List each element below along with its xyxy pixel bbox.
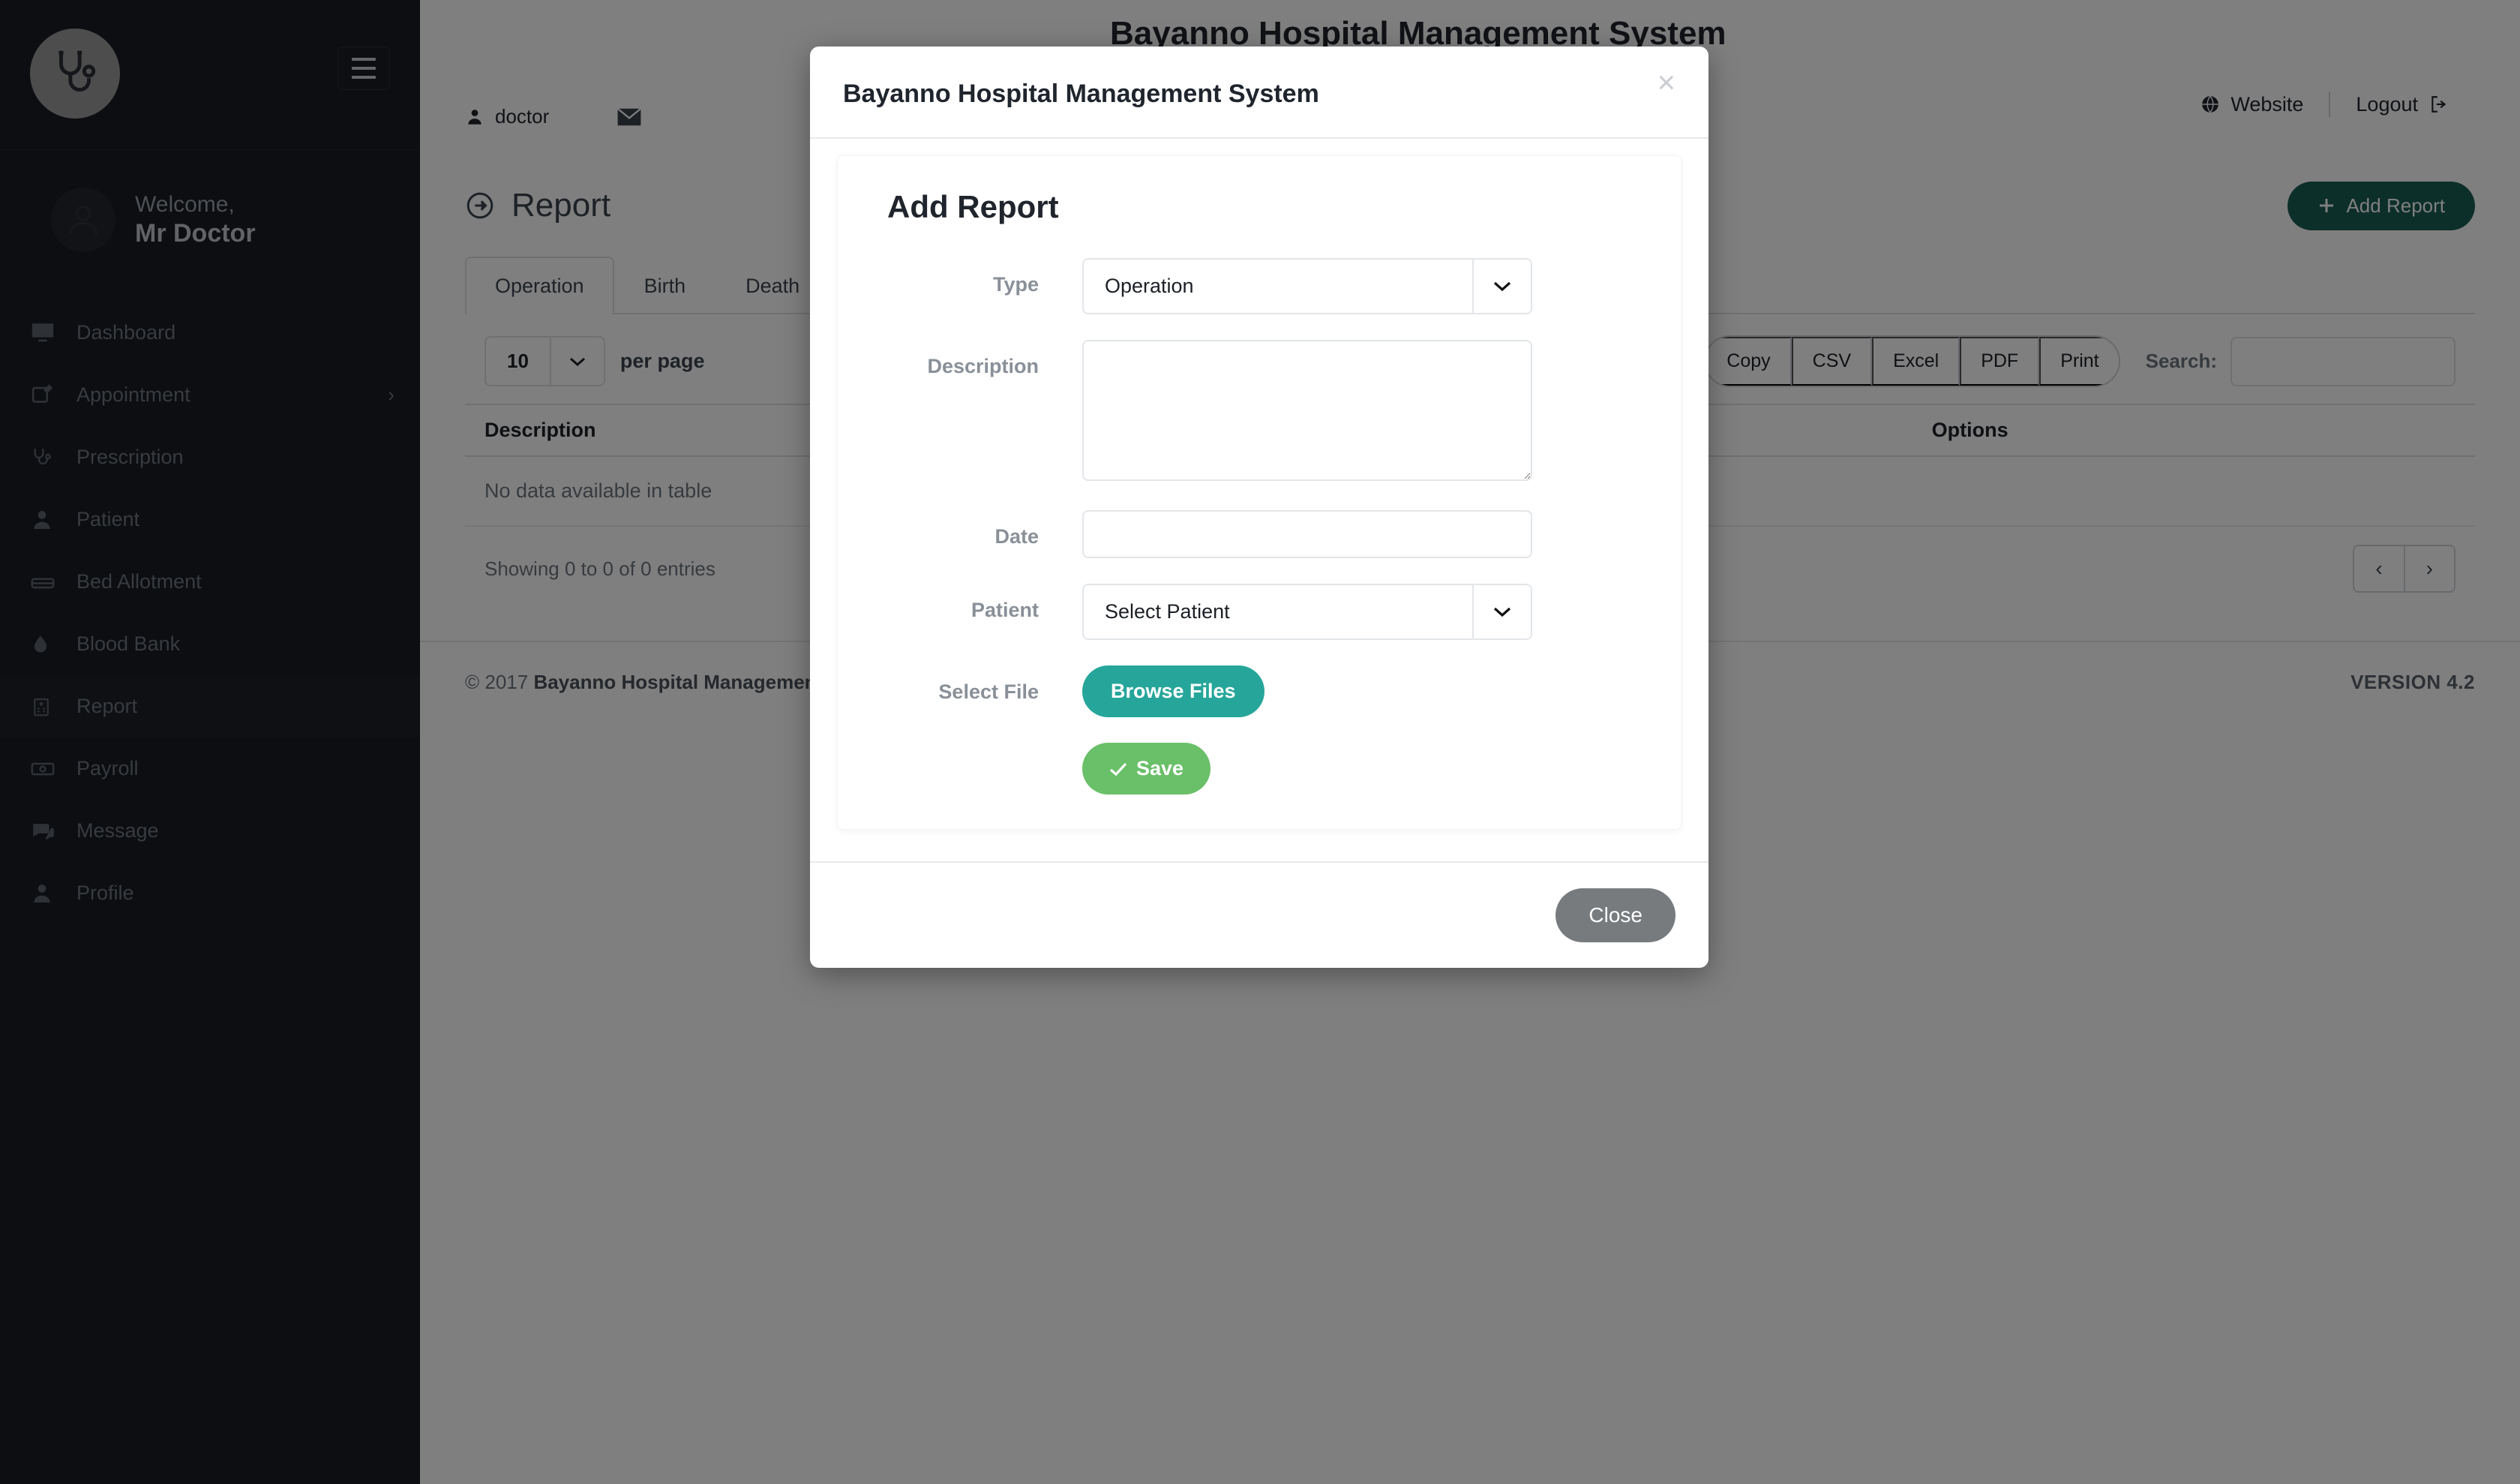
type-select-value: Operation (1105, 275, 1194, 297)
browse-files-button[interactable]: Browse Files (1082, 665, 1264, 717)
modal-close-button[interactable]: Close (1556, 888, 1676, 942)
select-file-label: Select File (938, 680, 1039, 703)
patient-select-value: Select Patient (1105, 600, 1230, 623)
form-row-date: Date (865, 510, 1654, 558)
close-icon[interactable]: × (1652, 66, 1680, 99)
type-select[interactable]: Operation (1082, 258, 1532, 314)
check-icon (1109, 762, 1127, 777)
form-row-type: Type Operation (865, 258, 1654, 314)
description-textarea[interactable] (1082, 340, 1532, 481)
form-title: Add Report (887, 189, 1059, 224)
patient-label: Patient (970, 599, 1039, 621)
date-input[interactable] (1082, 510, 1532, 558)
add-report-form-card: Add Report Type Operation Description Da… (837, 155, 1682, 830)
modal-body: Add Report Type Operation Description Da… (810, 139, 1708, 861)
form-row-save: Save (865, 743, 1654, 795)
form-row-select-file: Select File Browse Files (865, 665, 1654, 717)
type-label: Type (992, 273, 1039, 296)
chevron-down-icon (1472, 585, 1531, 638)
save-button-label: Save (1136, 757, 1184, 780)
add-report-modal: Bayanno Hospital Management System × Add… (810, 47, 1708, 968)
modal-footer: Close (810, 861, 1708, 968)
form-row-patient: Patient Select Patient (865, 584, 1654, 640)
modal-title: Bayanno Hospital Management System (843, 80, 1319, 108)
chevron-down-icon (1472, 260, 1531, 313)
patient-select[interactable]: Select Patient (1082, 584, 1532, 640)
description-label: Description (927, 355, 1039, 377)
form-row-description: Description (865, 340, 1654, 485)
date-label: Date (994, 525, 1039, 548)
save-button[interactable]: Save (1082, 743, 1211, 795)
modal-header: Bayanno Hospital Management System × (810, 47, 1708, 139)
